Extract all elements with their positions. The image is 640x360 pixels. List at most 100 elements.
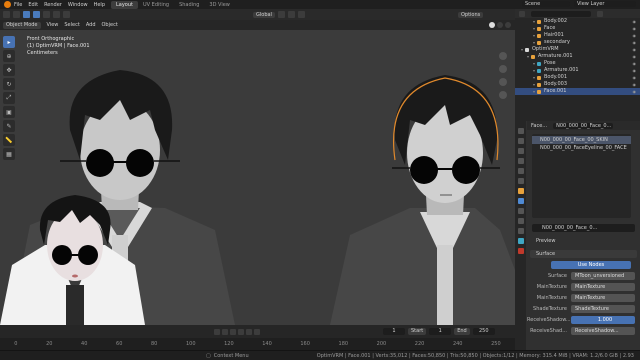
select-invert-icon[interactable] — [53, 11, 60, 18]
visibility-eye-icon[interactable]: ◉ — [633, 25, 637, 32]
visibility-eye-icon[interactable]: ◉ — [633, 60, 637, 67]
pan-icon[interactable] — [499, 65, 507, 73]
rendered-shading-icon[interactable] — [505, 22, 511, 28]
visibility-eye-icon[interactable]: ◉ — [633, 53, 637, 60]
prev-key-icon[interactable] — [222, 328, 228, 335]
outliner-row[interactable]: ▾ OptimVRM ◉ — [515, 46, 640, 53]
visibility-eye-icon[interactable]: ◉ — [633, 81, 637, 88]
outliner-row[interactable]: ▾ Armature.001 ◉ — [515, 67, 640, 74]
transform-orientation-dropdown[interactable]: Global — [253, 11, 275, 18]
visibility-eye-icon[interactable]: ◉ — [633, 18, 637, 25]
tab-shading[interactable]: Shading — [174, 1, 204, 9]
world-tab-icon[interactable] — [517, 178, 524, 184]
outliner-row[interactable]: ▾ Hair001 ◉ — [515, 32, 640, 39]
outliner-row[interactable]: ▾ secondary ◉ — [515, 39, 640, 46]
add-cube-tool-icon[interactable]: ▦ — [3, 148, 15, 160]
outliner-row[interactable]: ▾ Face ◉ — [515, 25, 640, 32]
property-value[interactable]: 1.000 — [571, 316, 635, 324]
object-tab-icon[interactable] — [517, 188, 524, 194]
outliner-display-icon[interactable] — [519, 10, 525, 17]
camera-icon[interactable] — [499, 78, 507, 86]
select-extend-icon[interactable] — [33, 11, 40, 18]
outliner-row[interactable]: ▾ Face.001 ◉ — [515, 88, 640, 95]
particles-tab-icon[interactable] — [517, 208, 524, 214]
timeline-ruler[interactable]: 0 20 40 60 80 100 120 140 160 180 200 22… — [0, 338, 515, 350]
3d-viewport[interactable]: ▸ ⊕ ✥ ↻ ⤢ ▣ ✎ 📏 ▦ Front Orthographic (1)… — [0, 30, 515, 325]
surface-panel-header[interactable]: Surface — [530, 250, 637, 258]
menu-add[interactable]: Add — [86, 22, 96, 28]
outliner-row[interactable]: ▾ Body.001 ◉ — [515, 74, 640, 81]
menu-render[interactable]: Render — [44, 2, 62, 8]
proportional-edit-icon[interactable] — [297, 11, 305, 18]
select-box-icon[interactable] — [23, 11, 30, 18]
pivot-icon[interactable] — [277, 11, 285, 18]
select-intersect-icon[interactable] — [63, 11, 70, 18]
material-shading-icon[interactable] — [497, 22, 503, 28]
physics-tab-icon[interactable] — [517, 218, 524, 224]
property-value[interactable]: MainTexture — [571, 283, 635, 291]
current-frame-field[interactable]: 1 — [383, 328, 405, 335]
jump-end-icon[interactable] — [254, 328, 260, 335]
outliner-row[interactable]: ▾ Body.003 ◉ — [515, 81, 640, 88]
tool-tab-icon[interactable] — [517, 128, 524, 134]
view-layer-field[interactable]: View Layer — [574, 1, 636, 7]
outliner-search-input[interactable] — [531, 10, 591, 17]
outliner-row[interactable]: ▾ Pose ◉ — [515, 60, 640, 67]
select-subtract-icon[interactable] — [43, 11, 50, 18]
menu-window[interactable]: Window — [68, 2, 88, 8]
play-icon[interactable] — [238, 328, 244, 335]
measure-tool-icon[interactable]: 📏 — [3, 134, 15, 146]
object-mode-dropdown[interactable]: Object Mode — [3, 21, 41, 29]
constraints-tab-icon[interactable] — [517, 228, 524, 234]
outliner-row[interactable]: ▾ Armature.001 ◉ — [515, 53, 640, 60]
select-tool-icon[interactable] — [3, 11, 10, 18]
visibility-eye-icon[interactable]: ◉ — [633, 32, 637, 39]
menu-object[interactable]: Object — [102, 22, 118, 28]
property-value[interactable]: ShadeTexture — [571, 305, 635, 313]
visibility-eye-icon[interactable]: ◉ — [633, 46, 637, 53]
modifier-tab-icon[interactable] — [517, 198, 524, 204]
move-tool-icon[interactable]: ✥ — [3, 64, 15, 76]
scene-field[interactable]: Scene — [522, 1, 570, 7]
visibility-eye-icon[interactable]: ◉ — [633, 74, 637, 81]
cursor-tool-icon[interactable] — [13, 11, 20, 18]
preview-panel-header[interactable]: Preview — [530, 237, 637, 245]
tab-uv-editing[interactable]: UV Editing — [138, 1, 174, 9]
property-value[interactable]: MainTexture — [571, 294, 635, 302]
use-nodes-button[interactable]: Use Nodes — [551, 261, 631, 269]
annotate-tool-icon[interactable]: ✎ — [3, 120, 15, 132]
menu-file[interactable]: File — [14, 2, 22, 8]
material-slot[interactable]: N00_000_00_Face_00_SKIN — [532, 136, 631, 144]
filter-icon[interactable] — [597, 10, 603, 17]
visibility-eye-icon[interactable]: ◉ — [633, 67, 637, 74]
menu-view[interactable]: View — [47, 22, 59, 28]
menu-select[interactable]: Select — [64, 22, 79, 28]
render-tab-icon[interactable] — [517, 138, 524, 144]
material-breadcrumb[interactable]: N00_000_00_Face_0... — [553, 122, 614, 129]
select-box-tool-icon[interactable]: ▸ — [3, 36, 15, 48]
next-key-icon[interactable] — [246, 328, 252, 335]
options-dropdown[interactable]: Options — [457, 11, 484, 18]
material-selector[interactable]: N00_000_00_Face_0... — [532, 224, 635, 232]
end-frame-field[interactable]: 250 — [472, 328, 495, 335]
play-reverse-icon[interactable] — [230, 328, 236, 335]
visibility-eye-icon[interactable]: ◉ — [633, 88, 637, 95]
output-tab-icon[interactable] — [517, 148, 524, 154]
menu-edit[interactable]: Edit — [28, 2, 38, 8]
property-value[interactable]: MToon_unversioned — [571, 272, 635, 280]
snap-icon[interactable] — [287, 11, 295, 18]
rotate-tool-icon[interactable]: ↻ — [3, 78, 15, 90]
ortho-toggle-icon[interactable] — [499, 91, 507, 99]
material-slot-list[interactable]: N00_000_00_Face_00_SKIN N00_000_00_FaceE… — [532, 134, 631, 218]
menu-help[interactable]: Help — [94, 2, 105, 8]
visibility-eye-icon[interactable]: ◉ — [633, 39, 637, 46]
tab-layout[interactable]: Layout — [111, 0, 138, 9]
view-layer-tab-icon[interactable] — [517, 158, 524, 164]
property-value[interactable]: ReceiveShadow... — [571, 327, 635, 335]
start-frame-field[interactable]: 1 — [429, 328, 452, 335]
cursor-tool-icon[interactable]: ⊕ — [3, 50, 15, 62]
scene-tab-icon[interactable] — [517, 168, 524, 174]
object-field[interactable]: Face... — [531, 123, 547, 129]
material-tab-icon[interactable] — [517, 248, 524, 254]
jump-start-icon[interactable] — [214, 328, 220, 335]
